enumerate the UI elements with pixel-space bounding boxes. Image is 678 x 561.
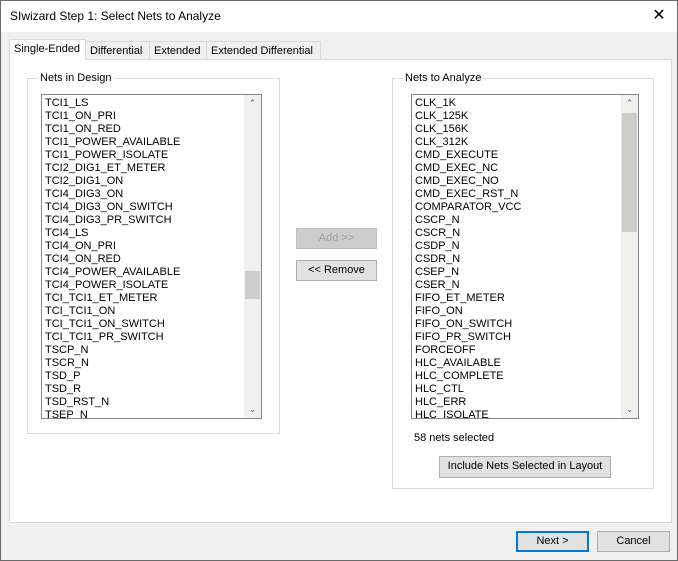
list-item[interactable]: TSD_P <box>42 370 261 383</box>
list-item[interactable]: HLC_CTL <box>412 383 638 396</box>
scroll-down-icon[interactable]: ⌄ <box>244 401 261 418</box>
list-item[interactable]: TCI1_LS <box>42 97 261 110</box>
scrollbar[interactable]: ⌃ ⌄ <box>244 95 261 418</box>
list-item[interactable]: CSCP_N <box>412 214 638 227</box>
list-item[interactable]: TCI1_POWER_AVAILABLE <box>42 136 261 149</box>
list-item[interactable]: TCI4_DIG3_PR_SWITCH <box>42 214 261 227</box>
list-item[interactable]: CSDR_N <box>412 253 638 266</box>
list-item[interactable]: TCI1_ON_PRI <box>42 110 261 123</box>
list-item[interactable]: CSCR_N <box>412 227 638 240</box>
nets-to-analyze-label: Nets to Analyze <box>403 72 484 84</box>
list-item[interactable]: TCI4_ON_PRI <box>42 240 261 253</box>
tab-differential[interactable]: Differential <box>85 41 150 60</box>
list-item[interactable]: CMD_EXEC_NC <box>412 162 638 175</box>
tab-single-ended[interactable]: Single-Ended <box>9 39 86 60</box>
list-item[interactable]: CSEP_N <box>412 266 638 279</box>
list-item[interactable]: TSCP_N <box>42 344 261 357</box>
tab-panel: Nets in Design ⌃ ⌄ TCI1_LS TCI1_ON_PRI TCI… <box>9 59 672 523</box>
cancel-button[interactable]: Cancel <box>597 531 670 552</box>
list-item[interactable]: FIFO_ET_METER <box>412 292 638 305</box>
list-item[interactable]: HLC_ERR <box>412 396 638 409</box>
scroll-up-icon[interactable]: ⌃ <box>621 95 638 112</box>
list-item[interactable]: TSD_R <box>42 383 261 396</box>
nets-in-design-list[interactable]: ⌃ ⌄ TCI1_LS TCI1_ON_PRI TCI1_ON_RED TCI1_PO… <box>41 94 262 419</box>
list-item[interactable]: TSCR_N <box>42 357 261 370</box>
list-item[interactable]: CLK_1K <box>412 97 638 110</box>
tab-extended[interactable]: Extended <box>149 41 207 60</box>
list-item[interactable]: HLC_ISOLATE <box>412 409 638 418</box>
list-item[interactable]: CMD_EXEC_RST_N <box>412 188 638 201</box>
list-item[interactable]: FORCEOFF <box>412 344 638 357</box>
list-item[interactable]: FIFO_ON <box>412 305 638 318</box>
window-title: SIwizard Step 1: Select Nets to Analyze <box>10 9 221 23</box>
list-item[interactable]: TSEP_N <box>42 409 261 418</box>
list-item[interactable]: CMD_EXECUTE <box>412 149 638 162</box>
list-item[interactable]: TCI4_POWER_ISOLATE <box>42 279 261 292</box>
list-item[interactable]: HLC_AVAILABLE <box>412 357 638 370</box>
list-item[interactable]: TCI_TCI1_ET_METER <box>42 292 261 305</box>
list-item[interactable]: TSD_RST_N <box>42 396 261 409</box>
list-item[interactable]: TCI4_LS <box>42 227 261 240</box>
scroll-down-icon[interactable]: ⌄ <box>621 401 638 418</box>
list-item[interactable]: FIFO_ON_SWITCH <box>412 318 638 331</box>
list-item[interactable]: CSER_N <box>412 279 638 292</box>
list-item[interactable]: TCI2_DIG1_ON <box>42 175 261 188</box>
scrollbar-thumb[interactable] <box>245 271 260 299</box>
dialog-window: SIwizard Step 1: Select Nets to Analyze … <box>0 0 678 561</box>
scrollbar-thumb[interactable] <box>622 113 637 232</box>
list-item[interactable]: TCI4_DIG3_ON_SWITCH <box>42 201 261 214</box>
selected-count: 58 nets selected <box>414 432 495 444</box>
nets-in-design-label: Nets in Design <box>38 72 114 84</box>
list-item[interactable]: FIFO_PR_SWITCH <box>412 331 638 344</box>
list-item[interactable]: CSDP_N <box>412 240 638 253</box>
nets-to-analyze-list[interactable]: ⌃ ⌄ CLK_1K CLK_125K CLK_156K CLK_312K CMD_EX… <box>411 94 639 419</box>
list-item[interactable]: TCI4_ON_RED <box>42 253 261 266</box>
list-item[interactable]: TCI2_DIG1_ET_METER <box>42 162 261 175</box>
scrollbar[interactable]: ⌃ ⌄ <box>621 95 638 418</box>
list-item[interactable]: TCI_TCI1_ON <box>42 305 261 318</box>
title-bar: SIwizard Step 1: Select Nets to Analyze … <box>1 1 677 32</box>
list-item[interactable]: TCI_TCI1_PR_SWITCH <box>42 331 261 344</box>
close-icon[interactable]: ✕ <box>647 5 671 27</box>
next-button[interactable]: Next > <box>516 531 589 552</box>
scroll-up-icon[interactable]: ⌃ <box>244 95 261 112</box>
list-item[interactable]: CLK_125K <box>412 110 638 123</box>
tab-extended-differential[interactable]: Extended Differential <box>206 41 321 60</box>
list-item[interactable]: CLK_156K <box>412 123 638 136</box>
include-layout-button[interactable]: Include Nets Selected in Layout <box>439 456 611 478</box>
add-button[interactable]: Add >> <box>296 228 377 249</box>
remove-button[interactable]: << Remove <box>296 260 377 281</box>
list-item[interactable]: TCI1_ON_RED <box>42 123 261 136</box>
list-item[interactable]: TCI4_DIG3_ON <box>42 188 261 201</box>
list-item[interactable]: TCI4_POWER_AVAILABLE <box>42 266 261 279</box>
list-item[interactable]: CMD_EXEC_NO <box>412 175 638 188</box>
list-item[interactable]: CLK_312K <box>412 136 638 149</box>
list-item[interactable]: TCI1_POWER_ISOLATE <box>42 149 261 162</box>
list-item[interactable]: TCI_TCI1_ON_SWITCH <box>42 318 261 331</box>
list-item[interactable]: HLC_COMPLETE <box>412 370 638 383</box>
list-item[interactable]: COMPARATOR_VCC <box>412 201 638 214</box>
